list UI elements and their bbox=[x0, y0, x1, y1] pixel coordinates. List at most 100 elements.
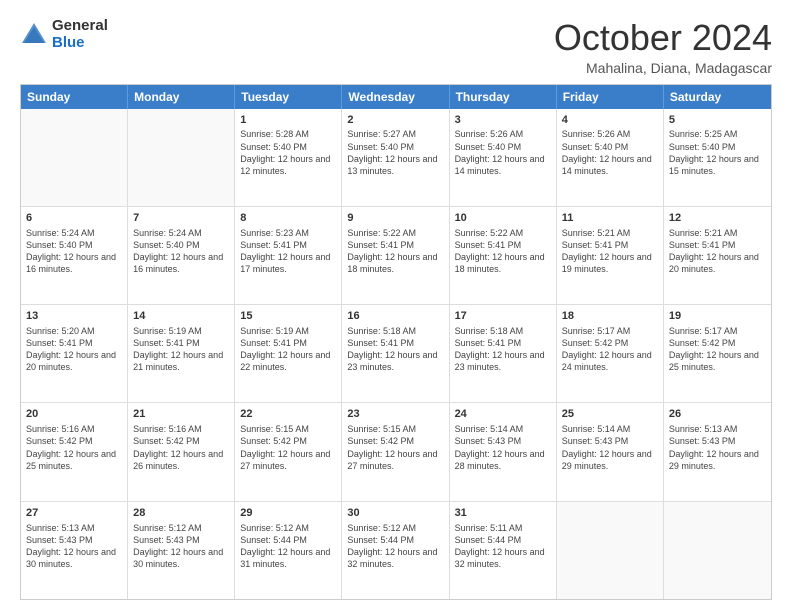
cal-cell: 12Sunrise: 5:21 AM Sunset: 5:41 PM Dayli… bbox=[664, 207, 771, 304]
cell-info: Sunrise: 5:16 AM Sunset: 5:42 PM Dayligh… bbox=[133, 423, 229, 472]
cal-cell bbox=[128, 109, 235, 206]
day-number: 21 bbox=[133, 407, 229, 422]
day-number: 14 bbox=[133, 309, 229, 324]
cell-info: Sunrise: 5:20 AM Sunset: 5:41 PM Dayligh… bbox=[26, 325, 122, 374]
header: General Blue October 2024 Mahalina, Dian… bbox=[20, 18, 772, 76]
calendar: Sunday Monday Tuesday Wednesday Thursday… bbox=[20, 84, 772, 600]
day-number: 12 bbox=[669, 211, 766, 226]
header-monday: Monday bbox=[128, 85, 235, 109]
day-number: 25 bbox=[562, 407, 658, 422]
header-sunday: Sunday bbox=[21, 85, 128, 109]
cal-cell: 26Sunrise: 5:13 AM Sunset: 5:43 PM Dayli… bbox=[664, 403, 771, 500]
cal-cell: 18Sunrise: 5:17 AM Sunset: 5:42 PM Dayli… bbox=[557, 305, 664, 402]
day-number: 17 bbox=[455, 309, 551, 324]
cell-info: Sunrise: 5:12 AM Sunset: 5:44 PM Dayligh… bbox=[240, 522, 336, 571]
cal-cell: 20Sunrise: 5:16 AM Sunset: 5:42 PM Dayli… bbox=[21, 403, 128, 500]
day-number: 19 bbox=[669, 309, 766, 324]
header-wednesday: Wednesday bbox=[342, 85, 449, 109]
cal-cell: 7Sunrise: 5:24 AM Sunset: 5:40 PM Daylig… bbox=[128, 207, 235, 304]
logo: General Blue bbox=[20, 18, 108, 51]
cell-info: Sunrise: 5:18 AM Sunset: 5:41 PM Dayligh… bbox=[455, 325, 551, 374]
cell-info: Sunrise: 5:21 AM Sunset: 5:41 PM Dayligh… bbox=[669, 227, 766, 276]
day-number: 30 bbox=[347, 506, 443, 521]
cell-info: Sunrise: 5:21 AM Sunset: 5:41 PM Dayligh… bbox=[562, 227, 658, 276]
cell-info: Sunrise: 5:27 AM Sunset: 5:40 PM Dayligh… bbox=[347, 128, 443, 177]
day-number: 16 bbox=[347, 309, 443, 324]
day-number: 10 bbox=[455, 211, 551, 226]
cal-cell: 31Sunrise: 5:11 AM Sunset: 5:44 PM Dayli… bbox=[450, 502, 557, 599]
cell-info: Sunrise: 5:13 AM Sunset: 5:43 PM Dayligh… bbox=[26, 522, 122, 571]
day-number: 13 bbox=[26, 309, 122, 324]
cal-cell: 6Sunrise: 5:24 AM Sunset: 5:40 PM Daylig… bbox=[21, 207, 128, 304]
cell-info: Sunrise: 5:24 AM Sunset: 5:40 PM Dayligh… bbox=[26, 227, 122, 276]
calendar-row-1: 1Sunrise: 5:28 AM Sunset: 5:40 PM Daylig… bbox=[21, 109, 771, 206]
cal-cell: 25Sunrise: 5:14 AM Sunset: 5:43 PM Dayli… bbox=[557, 403, 664, 500]
cal-cell: 8Sunrise: 5:23 AM Sunset: 5:41 PM Daylig… bbox=[235, 207, 342, 304]
cal-cell: 30Sunrise: 5:12 AM Sunset: 5:44 PM Dayli… bbox=[342, 502, 449, 599]
cell-info: Sunrise: 5:11 AM Sunset: 5:44 PM Dayligh… bbox=[455, 522, 551, 571]
day-number: 20 bbox=[26, 407, 122, 422]
day-number: 9 bbox=[347, 211, 443, 226]
day-number: 26 bbox=[669, 407, 766, 422]
logo-icon bbox=[20, 21, 48, 49]
logo-text: General Blue bbox=[52, 18, 108, 51]
cell-info: Sunrise: 5:26 AM Sunset: 5:40 PM Dayligh… bbox=[455, 128, 551, 177]
header-friday: Friday bbox=[557, 85, 664, 109]
cal-cell: 17Sunrise: 5:18 AM Sunset: 5:41 PM Dayli… bbox=[450, 305, 557, 402]
cal-cell: 22Sunrise: 5:15 AM Sunset: 5:42 PM Dayli… bbox=[235, 403, 342, 500]
calendar-row-2: 6Sunrise: 5:24 AM Sunset: 5:40 PM Daylig… bbox=[21, 206, 771, 304]
cal-cell: 1Sunrise: 5:28 AM Sunset: 5:40 PM Daylig… bbox=[235, 109, 342, 206]
cell-info: Sunrise: 5:15 AM Sunset: 5:42 PM Dayligh… bbox=[347, 423, 443, 472]
cal-cell: 28Sunrise: 5:12 AM Sunset: 5:43 PM Dayli… bbox=[128, 502, 235, 599]
cell-info: Sunrise: 5:12 AM Sunset: 5:44 PM Dayligh… bbox=[347, 522, 443, 571]
day-number: 24 bbox=[455, 407, 551, 422]
title-block: October 2024 Mahalina, Diana, Madagascar bbox=[554, 18, 772, 76]
cell-info: Sunrise: 5:25 AM Sunset: 5:40 PM Dayligh… bbox=[669, 128, 766, 177]
calendar-body: 1Sunrise: 5:28 AM Sunset: 5:40 PM Daylig… bbox=[21, 109, 771, 599]
day-number: 29 bbox=[240, 506, 336, 521]
cell-info: Sunrise: 5:14 AM Sunset: 5:43 PM Dayligh… bbox=[455, 423, 551, 472]
day-number: 18 bbox=[562, 309, 658, 324]
day-number: 31 bbox=[455, 506, 551, 521]
cal-cell: 14Sunrise: 5:19 AM Sunset: 5:41 PM Dayli… bbox=[128, 305, 235, 402]
cell-info: Sunrise: 5:13 AM Sunset: 5:43 PM Dayligh… bbox=[669, 423, 766, 472]
month-title: October 2024 bbox=[554, 18, 772, 58]
location: Mahalina, Diana, Madagascar bbox=[554, 60, 772, 76]
cal-cell bbox=[21, 109, 128, 206]
cal-cell: 29Sunrise: 5:12 AM Sunset: 5:44 PM Dayli… bbox=[235, 502, 342, 599]
cal-cell: 15Sunrise: 5:19 AM Sunset: 5:41 PM Dayli… bbox=[235, 305, 342, 402]
cell-info: Sunrise: 5:14 AM Sunset: 5:43 PM Dayligh… bbox=[562, 423, 658, 472]
cal-cell: 2Sunrise: 5:27 AM Sunset: 5:40 PM Daylig… bbox=[342, 109, 449, 206]
day-number: 6 bbox=[26, 211, 122, 226]
calendar-header: Sunday Monday Tuesday Wednesday Thursday… bbox=[21, 85, 771, 109]
cal-cell: 3Sunrise: 5:26 AM Sunset: 5:40 PM Daylig… bbox=[450, 109, 557, 206]
day-number: 4 bbox=[562, 113, 658, 128]
header-tuesday: Tuesday bbox=[235, 85, 342, 109]
day-number: 7 bbox=[133, 211, 229, 226]
day-number: 3 bbox=[455, 113, 551, 128]
cal-cell: 9Sunrise: 5:22 AM Sunset: 5:41 PM Daylig… bbox=[342, 207, 449, 304]
cal-cell: 23Sunrise: 5:15 AM Sunset: 5:42 PM Dayli… bbox=[342, 403, 449, 500]
day-number: 23 bbox=[347, 407, 443, 422]
cell-info: Sunrise: 5:18 AM Sunset: 5:41 PM Dayligh… bbox=[347, 325, 443, 374]
day-number: 2 bbox=[347, 113, 443, 128]
cell-info: Sunrise: 5:22 AM Sunset: 5:41 PM Dayligh… bbox=[455, 227, 551, 276]
page: General Blue October 2024 Mahalina, Dian… bbox=[0, 0, 792, 612]
cell-info: Sunrise: 5:17 AM Sunset: 5:42 PM Dayligh… bbox=[562, 325, 658, 374]
cal-cell: 24Sunrise: 5:14 AM Sunset: 5:43 PM Dayli… bbox=[450, 403, 557, 500]
cell-info: Sunrise: 5:19 AM Sunset: 5:41 PM Dayligh… bbox=[240, 325, 336, 374]
day-number: 27 bbox=[26, 506, 122, 521]
day-number: 1 bbox=[240, 113, 336, 128]
cal-cell bbox=[557, 502, 664, 599]
cell-info: Sunrise: 5:24 AM Sunset: 5:40 PM Dayligh… bbox=[133, 227, 229, 276]
calendar-row-4: 20 Sunrise: 5:16 AM Sunset: 5:42 PM Dayli… bbox=[21, 402, 771, 500]
cell-info: Sunrise: 5:26 AM Sunset: 5:40 PM Dayligh… bbox=[562, 128, 658, 177]
calendar-row-3: 13Sunrise: 5:20 AM Sunset: 5:41 PM Dayli… bbox=[21, 304, 771, 402]
cal-cell: 4Sunrise: 5:26 AM Sunset: 5:40 PM Daylig… bbox=[557, 109, 664, 206]
cal-cell: 10Sunrise: 5:22 AM Sunset: 5:41 PM Dayli… bbox=[450, 207, 557, 304]
cell-info: Sunrise: 5:19 AM Sunset: 5:41 PM Dayligh… bbox=[133, 325, 229, 374]
logo-general-label: General bbox=[52, 18, 108, 35]
day-number: 15 bbox=[240, 309, 336, 324]
cal-cell: 27Sunrise: 5:13 AM Sunset: 5:43 PM Dayli… bbox=[21, 502, 128, 599]
cell-info: Sunrise: 5:15 AM Sunset: 5:42 PM Dayligh… bbox=[240, 423, 336, 472]
